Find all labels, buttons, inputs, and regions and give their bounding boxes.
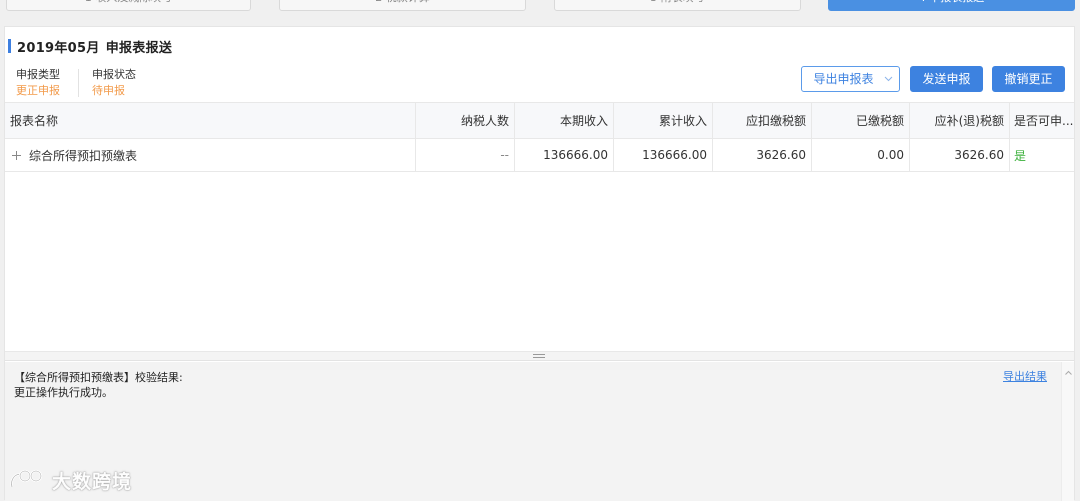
- scroll-up-icon[interactable]: [1063, 366, 1073, 380]
- col-header-current-income[interactable]: 本期收入: [515, 103, 614, 138]
- validation-result-message: 更正操作执行成功。: [14, 386, 113, 399]
- send-declaration-button[interactable]: 发送申报: [910, 66, 983, 92]
- export-report-dropdown[interactable]: 导出申报表: [801, 66, 900, 92]
- declare-type: 申报类型 更正申报: [16, 67, 60, 99]
- declare-status: 申报状态 待申报: [92, 67, 136, 99]
- step-tab-1[interactable]: 1 收入及减除填写: [6, 0, 251, 11]
- step-tab-2[interactable]: 2 税款计算: [279, 0, 526, 11]
- table-header: 报表名称 纳税人数 本期收入 累计收入 应扣缴税额 已缴税额 应补(退)税额 是…: [5, 102, 1074, 139]
- step-tab-3[interactable]: 3 附表填写: [554, 0, 801, 11]
- declare-type-value: 更正申报: [16, 84, 60, 97]
- validation-result-text: 【综合所得预扣预缴表】校验结果: 更正操作执行成功。: [14, 370, 183, 400]
- row-tax-due: 3626.60: [910, 139, 1010, 171]
- validation-result-panel: 【综合所得预扣预缴表】校验结果: 更正操作执行成功。 导出结果: [5, 362, 1074, 501]
- undo-correction-button[interactable]: 撤销更正: [992, 66, 1065, 92]
- col-header-tax-withheld[interactable]: 应扣缴税额: [713, 103, 812, 138]
- step-tab-4[interactable]: 4 申报表报送: [828, 0, 1075, 11]
- declare-type-label: 申报类型: [16, 68, 60, 81]
- declare-status-label: 申报状态: [92, 68, 136, 81]
- row-taxpayers: --: [416, 139, 515, 171]
- watermark-logo-icon: [10, 469, 43, 488]
- declare-status-value: 待申报: [92, 84, 125, 97]
- step-tabs: 1 收入及减除填写 2 税款计算 3 附表填写 4 申报表报送: [0, 0, 1080, 12]
- row-tax-paid: 0.00: [812, 139, 910, 171]
- expand-plus-icon[interactable]: [12, 150, 21, 160]
- row-cumulative-income: 136666.00: [614, 139, 713, 171]
- page-title: 2019年05月 申报表报送: [8, 37, 173, 56]
- title-accent-bar: [8, 39, 11, 53]
- validation-result-title: 【综合所得预扣预缴表】校验结果:: [14, 371, 183, 384]
- report-table: 报表名称 纳税人数 本期收入 累计收入 应扣缴税额 已缴税额 应补(退)税额 是…: [5, 102, 1074, 172]
- row-tax-withheld: 3626.60: [713, 139, 812, 171]
- table-row[interactable]: 综合所得预扣预缴表 -- 136666.00 136666.00 3626.60…: [5, 139, 1074, 172]
- panel-splitter[interactable]: [5, 352, 1074, 361]
- drag-handle-icon[interactable]: [533, 354, 545, 358]
- row-current-income: 136666.00: [515, 139, 614, 171]
- col-header-taxpayers[interactable]: 纳税人数: [416, 103, 515, 138]
- col-header-tax-paid[interactable]: 已缴税额: [812, 103, 910, 138]
- chevron-down-icon: [884, 67, 893, 101]
- table-empty-area: [5, 173, 1074, 352]
- row-can-file: 是: [1014, 148, 1027, 163]
- row-report-name: 综合所得预扣预缴表: [29, 148, 138, 163]
- report-submit-panel: 2019年05月 申报表报送 申报类型 更正申报 申报状态 待申报 导出申报表 发…: [4, 26, 1075, 501]
- meta-divider: [78, 69, 79, 97]
- watermark-text: 大数跨境: [52, 470, 133, 493]
- title-label: 申报表报送: [105, 40, 173, 56]
- result-scrollbar[interactable]: [1061, 362, 1074, 501]
- export-report-label: 导出申报表: [813, 72, 874, 86]
- col-header-tax-due[interactable]: 应补(退)税额: [910, 103, 1010, 138]
- watermark: 大数跨境: [8, 466, 132, 494]
- col-header-can-file[interactable]: 是否可申...: [1010, 103, 1074, 138]
- export-result-link[interactable]: 导出结果: [1003, 368, 1047, 384]
- col-header-cumulative-income[interactable]: 累计收入: [614, 103, 713, 138]
- title-period: 2019年05月: [17, 40, 100, 56]
- col-header-report-name[interactable]: 报表名称: [5, 103, 416, 138]
